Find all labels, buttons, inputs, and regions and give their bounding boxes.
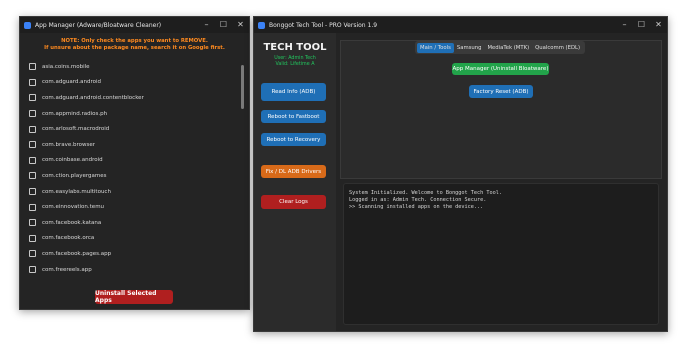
- remove-notice: NOTE: Only check the apps you want to RE…: [20, 38, 249, 52]
- package-checkbox[interactable]: [29, 203, 36, 211]
- close-button[interactable]: ✕: [650, 17, 667, 33]
- uninstall-selected-button[interactable]: Uninstall Selected Apps: [95, 290, 173, 304]
- brand-title: TECH TOOL: [263, 42, 327, 53]
- notice-line-2: If unsure about the package name, search…: [44, 45, 225, 51]
- log-line: >> Scanning installed apps on the device…: [349, 204, 484, 210]
- list-item[interactable]: com.facebook.orca: [25, 231, 245, 247]
- package-checkbox[interactable]: [29, 266, 36, 274]
- list-item[interactable]: com.adguard.android: [25, 75, 245, 91]
- package-name: com.facebook.katana: [42, 219, 102, 226]
- close-button[interactable]: ✕: [232, 17, 249, 33]
- window-title: App Manager (Adware/Bloatware Cleaner): [35, 21, 162, 29]
- minimize-button[interactable]: –: [198, 17, 215, 33]
- log-line: Logged in as: Admin Tech. Connection Sec…: [349, 197, 487, 203]
- package-name: com.adguard.android: [42, 79, 101, 86]
- package-name: com.arlosoft.macrodroid: [42, 126, 110, 133]
- package-list[interactable]: asia.coins.mobile com.adguard.android co…: [25, 59, 245, 277]
- clear-logs-button[interactable]: Clear Logs: [261, 195, 326, 209]
- package-checkbox[interactable]: [29, 94, 36, 102]
- user-info: User: Admin Tech Valid: Lifetime A: [254, 56, 336, 68]
- package-name: com.facebook.orca: [42, 235, 95, 242]
- package-name: com.ction.playergames: [42, 172, 107, 179]
- package-name: com.brave.browser: [42, 141, 96, 148]
- package-checkbox[interactable]: [29, 125, 36, 133]
- package-checkbox[interactable]: [29, 234, 36, 242]
- list-item[interactable]: asia.coins.mobile: [25, 59, 245, 75]
- package-checkbox[interactable]: [29, 172, 36, 180]
- app-manager-button[interactable]: App Manager (Uninstall Bloatware): [452, 63, 549, 75]
- package-checkbox[interactable]: [29, 250, 36, 258]
- tab-bar: Main / Tools Samsung MediaTek (MTK) Qual…: [415, 41, 586, 54]
- fix-drivers-button[interactable]: Fix / DL ADB Drivers: [261, 165, 326, 178]
- app-icon: [24, 21, 31, 29]
- tab-samsung[interactable]: Samsung: [454, 43, 485, 53]
- tab-mediatek[interactable]: MediaTek (MTK): [484, 43, 532, 53]
- package-name: com.einnovation.temu: [42, 204, 105, 211]
- factory-reset-button[interactable]: Factory Reset (ADB): [469, 85, 533, 98]
- notice-line-1: NOTE: Only check the apps you want to RE…: [61, 38, 208, 44]
- package-name: com.facebook.pages.app: [42, 250, 112, 257]
- package-checkbox[interactable]: [29, 188, 36, 196]
- package-name: com.appmind.radios.ph: [42, 110, 108, 117]
- package-checkbox[interactable]: [29, 141, 36, 149]
- package-name: com.adguard.android.contentblocker: [42, 94, 144, 101]
- tab-main-tools[interactable]: Main / Tools: [417, 42, 454, 53]
- list-scrollbar[interactable]: [241, 65, 244, 109]
- list-item[interactable]: com.freereels.app: [25, 262, 245, 277]
- window-title: Bonggot Tech Tool - PRO Version 1.9: [269, 21, 378, 29]
- log-line: System Initialized. Welcome to Bonggot T…: [349, 190, 503, 196]
- log-console[interactable]: System Initialized. Welcome to Bonggot T…: [343, 183, 659, 325]
- tab-qualcomm[interactable]: Qualcomm (EDL): [532, 43, 583, 53]
- package-checkbox[interactable]: [29, 110, 36, 118]
- validity-line: Valid: Lifetime A: [275, 62, 315, 67]
- package-checkbox[interactable]: [29, 78, 36, 86]
- list-item[interactable]: com.einnovation.temu: [25, 199, 245, 215]
- list-item[interactable]: com.arlosoft.macrodroid: [25, 121, 245, 137]
- reboot-fastboot-button[interactable]: Reboot to Fastboot: [261, 110, 326, 123]
- package-name: com.easylabs.multitouch: [42, 188, 111, 195]
- list-item[interactable]: com.adguard.android.contentblocker: [25, 90, 245, 106]
- list-item[interactable]: com.brave.browser: [25, 137, 245, 153]
- package-name: com.coinbase.android: [42, 157, 103, 164]
- minimize-button[interactable]: –: [616, 17, 633, 33]
- app-manager-window: App Manager (Adware/Bloatware Cleaner) –…: [19, 16, 250, 310]
- app-manager-titlebar[interactable]: App Manager (Adware/Bloatware Cleaner) –…: [20, 17, 249, 33]
- list-item[interactable]: com.coinbase.android: [25, 153, 245, 169]
- package-checkbox[interactable]: [29, 63, 36, 71]
- package-checkbox[interactable]: [29, 156, 36, 164]
- app-icon: [258, 21, 265, 29]
- list-item[interactable]: com.ction.playergames: [25, 168, 245, 184]
- package-checkbox[interactable]: [29, 219, 36, 227]
- package-name: asia.coins.mobile: [42, 63, 90, 70]
- list-item[interactable]: com.easylabs.multitouch: [25, 184, 245, 200]
- main-tools-panel: [340, 40, 662, 179]
- package-list-container: asia.coins.mobile com.adguard.android co…: [25, 59, 265, 277]
- reboot-recovery-button[interactable]: Reboot to Recovery: [261, 133, 326, 146]
- list-item[interactable]: com.appmind.radios.ph: [25, 106, 245, 122]
- list-item[interactable]: com.facebook.katana: [25, 215, 245, 231]
- list-item[interactable]: com.facebook.pages.app: [25, 246, 245, 262]
- sidebar: [254, 33, 336, 331]
- maximize-button[interactable]: ☐: [633, 17, 650, 33]
- maximize-button[interactable]: ☐: [215, 17, 232, 33]
- package-name: com.freereels.app: [42, 266, 92, 273]
- tech-tool-titlebar[interactable]: Bonggot Tech Tool - PRO Version 1.9 – ☐ …: [254, 17, 667, 33]
- read-info-button[interactable]: Read Info (ADB): [261, 83, 326, 101]
